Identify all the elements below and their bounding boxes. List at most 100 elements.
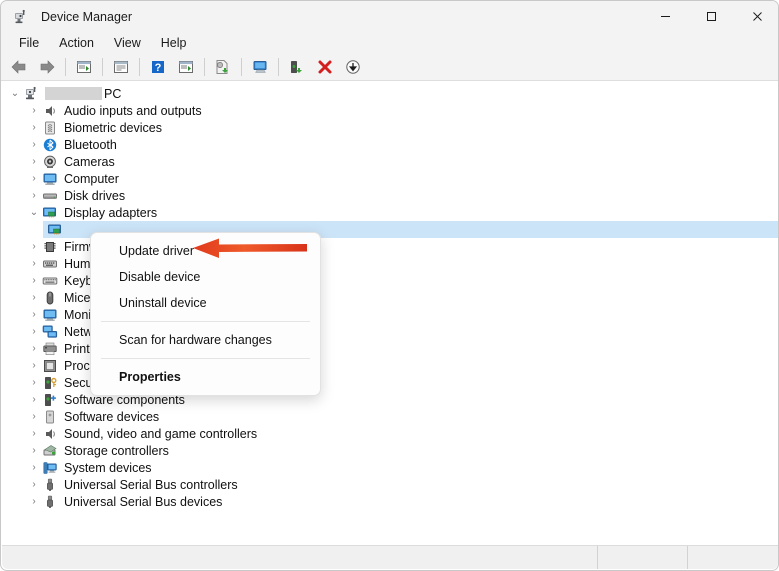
tree-item-system-devices[interactable]: › System devices	[2, 459, 778, 476]
tree-item-computer[interactable]: › Computer	[2, 170, 778, 187]
usb-icon	[42, 477, 58, 493]
chevron-right-icon[interactable]: ›	[26, 496, 42, 507]
context-menu-separator	[101, 321, 310, 322]
tree-item-biometric-devices[interactable]: › Biometric devices	[2, 119, 778, 136]
context-menu: Update driver Disable device Uninstall d…	[90, 232, 321, 396]
software-device-icon	[42, 409, 58, 425]
context-menu-item-update-driver[interactable]: Update driver	[91, 238, 320, 264]
tree-item-label: Computer	[64, 171, 119, 186]
maximize-button[interactable]	[688, 1, 734, 32]
status-bar-panel-2	[598, 546, 688, 569]
delete-icon[interactable]	[312, 55, 338, 79]
tree-root-label: PC	[104, 86, 122, 101]
mouse-icon	[42, 290, 58, 306]
chevron-right-icon[interactable]: ›	[26, 360, 42, 371]
properties-icon[interactable]	[108, 55, 134, 79]
chevron-right-icon[interactable]: ›	[26, 428, 42, 439]
chevron-right-icon[interactable]: ›	[26, 258, 42, 269]
toolbar-separator	[139, 58, 140, 76]
usb-icon	[42, 494, 58, 510]
close-button[interactable]	[734, 1, 778, 32]
chevron-right-icon[interactable]: ›	[26, 173, 42, 184]
device-manager-window: Device Manager File Action View Help ? ⌄…	[0, 0, 779, 571]
forward-icon[interactable]	[34, 55, 60, 79]
fingerprint-icon	[42, 120, 58, 136]
tree-item-label: Sound, video and game controllers	[64, 426, 258, 441]
tree-item-label: Cameras	[64, 154, 115, 169]
toolbar-separator	[204, 58, 205, 76]
chevron-right-icon[interactable]: ›	[26, 326, 42, 337]
monitor-icon	[42, 307, 58, 323]
monitor-icon	[42, 171, 58, 187]
chevron-right-icon[interactable]: ›	[26, 122, 42, 133]
chevron-right-icon[interactable]: ›	[26, 105, 42, 116]
tree-item-universal-serial-bus-devices[interactable]: › Universal Serial Bus devices	[2, 493, 778, 510]
tree-item-storage-controllers[interactable]: › Storage controllers	[2, 442, 778, 459]
menu-file[interactable]: File	[9, 34, 49, 52]
minimize-button[interactable]	[642, 1, 688, 32]
chevron-right-icon[interactable]: ›	[26, 343, 42, 354]
uninstall-device-icon[interactable]	[284, 55, 310, 79]
chevron-right-icon[interactable]: ›	[26, 411, 42, 422]
context-menu-item-properties[interactable]: Properties	[91, 364, 320, 390]
chevron-right-icon[interactable]: ›	[26, 394, 42, 405]
tree-item-software-devices[interactable]: › Software devices	[2, 408, 778, 425]
chevron-right-icon[interactable]: ›	[26, 241, 42, 252]
chevron-right-icon[interactable]: ›	[26, 190, 42, 201]
processor-icon	[42, 358, 58, 374]
window-controls	[642, 1, 778, 32]
chevron-right-icon[interactable]: ›	[26, 275, 42, 286]
tree-item-bluetooth[interactable]: › Bluetooth	[2, 136, 778, 153]
menu-help[interactable]: Help	[151, 34, 197, 52]
toolbar-separator	[102, 58, 103, 76]
tree-item-sound-video-and-game-controllers[interactable]: › Sound, video and game controllers	[2, 425, 778, 442]
speaker-icon	[42, 426, 58, 442]
chevron-right-icon[interactable]: ›	[26, 156, 42, 167]
tree-item-label: Bluetooth	[64, 137, 117, 152]
tree-item-disk-drives[interactable]: › Disk drives	[2, 187, 778, 204]
menu-view[interactable]: View	[104, 34, 151, 52]
window-title: Device Manager	[41, 9, 133, 24]
svg-text:?: ?	[155, 62, 162, 74]
chevron-right-icon[interactable]: ›	[26, 462, 42, 473]
tree-item-cameras[interactable]: › Cameras	[2, 153, 778, 170]
chevron-right-icon[interactable]: ›	[26, 479, 42, 490]
menu-action[interactable]: Action	[49, 34, 104, 52]
context-menu-separator	[101, 358, 310, 359]
tree-item-label: Software devices	[64, 409, 160, 424]
toolbar-separator	[65, 58, 66, 76]
printer-icon	[42, 341, 58, 357]
update-driver-icon[interactable]	[210, 55, 236, 79]
tree-item-label: Storage controllers	[64, 443, 169, 458]
redacted-pc-name	[45, 87, 102, 100]
toolbar-separator	[241, 58, 242, 76]
chevron-down-icon[interactable]: ⌄	[26, 207, 42, 218]
context-menu-item-disable-device[interactable]: Disable device	[91, 264, 320, 290]
network-adapter-icon	[42, 324, 58, 340]
tree-item-label: Universal Serial Bus controllers	[64, 477, 238, 492]
download-icon[interactable]	[340, 55, 366, 79]
chevron-right-icon[interactable]: ›	[26, 292, 42, 303]
chevron-down-icon[interactable]: ⌄	[7, 88, 23, 99]
tree-item-display-adapters[interactable]: ⌄ Display adapters	[2, 204, 778, 221]
title-bar: Device Manager	[1, 1, 778, 32]
chevron-right-icon[interactable]: ›	[26, 377, 42, 388]
chevron-right-icon[interactable]: ›	[26, 445, 42, 456]
toolbar: ?	[1, 54, 778, 81]
scan-for-hardware-changes-icon[interactable]	[247, 55, 273, 79]
security-device-icon	[42, 375, 58, 391]
context-menu-item-uninstall-device[interactable]: Uninstall device	[91, 290, 320, 316]
tree-item-label: Disk drives	[64, 188, 126, 203]
back-icon[interactable]	[6, 55, 32, 79]
tree-item-universal-serial-bus-controllers[interactable]: › Universal Serial Bus controllers	[2, 476, 778, 493]
help-icon[interactable]: ?	[145, 55, 171, 79]
tree-root-row[interactable]: ⌄ PC	[2, 85, 778, 102]
keyboard-icon	[42, 273, 58, 289]
tree-item-audio-inputs-and-outputs[interactable]: › Audio inputs and outputs	[2, 102, 778, 119]
context-menu-item-scan-for-hardware-changes[interactable]: Scan for hardware changes	[91, 327, 320, 353]
chevron-right-icon[interactable]: ›	[26, 139, 42, 150]
display-adapter-child-icon	[47, 222, 63, 238]
show-hidden-devices-icon[interactable]	[71, 55, 97, 79]
play-icon[interactable]	[173, 55, 199, 79]
chevron-right-icon[interactable]: ›	[26, 309, 42, 320]
